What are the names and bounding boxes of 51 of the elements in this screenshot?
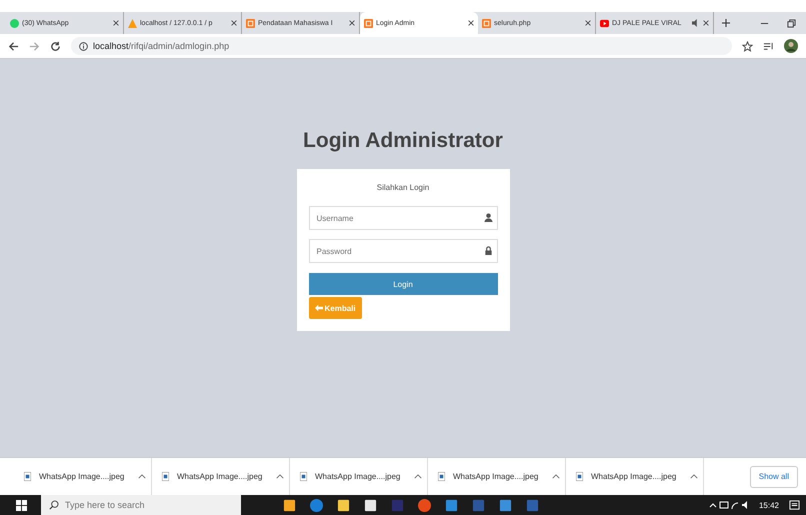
speaker-icon[interactable]	[692, 19, 700, 27]
system-tray-drawing[interactable]	[708, 500, 749, 510]
close-icon[interactable]	[468, 20, 474, 26]
url-text: localhost/rifqi/admin/admlogin.php	[93, 41, 230, 51]
info-icon[interactable]	[79, 42, 88, 50]
app-icon[interactable]	[283, 498, 296, 512]
close-icon[interactable]	[349, 20, 355, 26]
sail-icon	[128, 18, 137, 28]
caret-icon[interactable]	[552, 474, 560, 479]
address-field[interactable]: localhost/rifqi/admin/admlogin.php	[71, 37, 732, 55]
search-icon	[49, 500, 59, 510]
close-icon[interactable]	[585, 20, 591, 26]
square-icon	[364, 18, 373, 28]
close-icon[interactable]	[703, 20, 709, 26]
user-icon	[484, 213, 492, 222]
page-title: Login Administrator	[303, 129, 503, 153]
app-icon[interactable]	[364, 498, 377, 512]
close-icon[interactable]	[231, 20, 237, 26]
star-icon[interactable]	[742, 40, 753, 52]
square-icon	[246, 18, 255, 28]
square-icon	[482, 18, 491, 28]
arrow-left-icon	[314, 304, 322, 312]
show-all-button[interactable]: Show all	[750, 466, 798, 488]
playlist-icon[interactable]	[763, 40, 774, 52]
app-icon[interactable]	[337, 498, 350, 512]
close-icon[interactable]	[113, 20, 119, 26]
file-icon	[162, 472, 169, 481]
chat-icon	[10, 18, 19, 28]
login-button[interactable]: Login	[308, 273, 498, 295]
play-icon	[600, 18, 609, 28]
plus-icon[interactable]	[722, 19, 730, 27]
file-icon	[24, 472, 31, 481]
back-icon[interactable]	[8, 40, 19, 52]
avatar-icon[interactable]	[784, 39, 798, 53]
restore-icon[interactable]	[787, 18, 796, 28]
file-icon	[300, 472, 307, 481]
taskbar-search-field[interactable]: Type here to search	[41, 495, 241, 515]
reload-icon[interactable]	[50, 40, 61, 52]
caret-icon[interactable]	[414, 474, 422, 479]
notification-icon[interactable]	[789, 500, 800, 510]
windows-icon[interactable]	[16, 500, 27, 510]
clock-time: 15:42	[758, 500, 779, 510]
caret-icon[interactable]	[690, 474, 698, 479]
caret-icon[interactable]	[138, 474, 146, 479]
login-subtitle: Silahkan Login	[376, 183, 430, 192]
file-icon	[438, 472, 445, 481]
lock-icon	[484, 246, 492, 255]
caret-icon[interactable]	[276, 474, 284, 479]
file-icon	[576, 472, 583, 481]
username-field[interactable]: Username	[308, 206, 498, 230]
password-field[interactable]: Password	[308, 239, 498, 263]
